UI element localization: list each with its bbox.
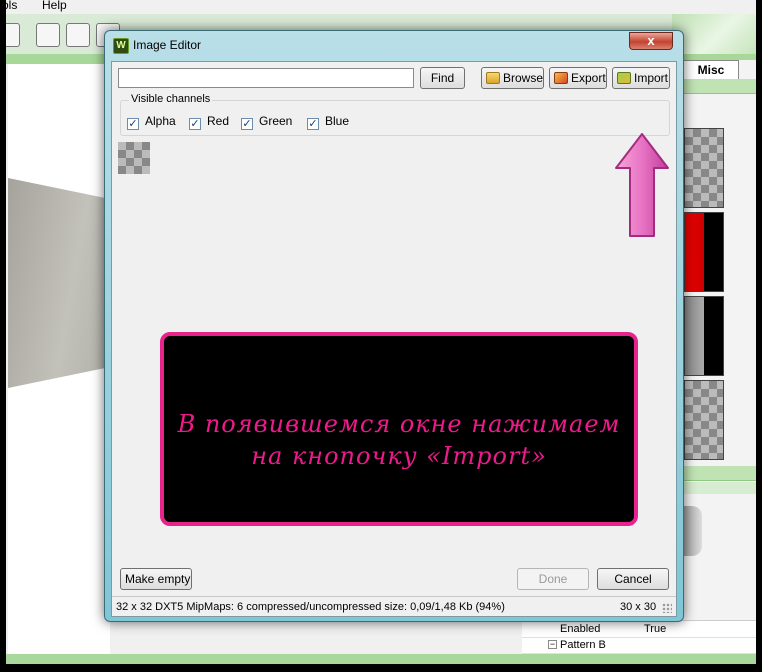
bg-texture-thumb[interactable] bbox=[684, 380, 724, 460]
bg-tab-misc[interactable]: Misc bbox=[683, 60, 739, 79]
bg-texture-thumb[interactable] bbox=[684, 212, 724, 292]
checkbox-label: Green bbox=[259, 114, 293, 128]
checkbox-label: Red bbox=[207, 114, 230, 128]
tutorial-callout: В появившемся окне нажимаем на кнопочку … bbox=[160, 332, 638, 526]
folder-icon bbox=[486, 72, 500, 84]
bg-property-row[interactable]: − Pattern B bbox=[522, 637, 762, 654]
collapse-icon[interactable]: − bbox=[548, 640, 557, 649]
image-editor-dialog: W Image Editor x Find Browse Export Impo… bbox=[104, 30, 684, 622]
check-icon[interactable]: ✓ bbox=[127, 118, 139, 130]
bg-menu-help[interactable]: Help bbox=[42, 0, 67, 12]
checkbox-label: Alpha bbox=[145, 114, 176, 128]
bg-texture-thumb[interactable] bbox=[684, 296, 724, 376]
blue-checkbox[interactable]: ✓ Blue bbox=[307, 114, 349, 130]
bg-3d-plane bbox=[8, 178, 110, 388]
import-label: Import bbox=[634, 71, 669, 85]
texture-preview bbox=[118, 142, 150, 174]
status-size: 30 x 30 bbox=[620, 601, 657, 613]
export-icon bbox=[554, 72, 568, 84]
dialog-titlebar[interactable]: W Image Editor x bbox=[105, 31, 683, 59]
close-button[interactable]: x bbox=[629, 32, 673, 50]
bg-section-bar bbox=[680, 466, 762, 481]
bg-property-name: Enabled bbox=[560, 623, 601, 635]
dialog-statusbar: 32 x 32 DXT5 MipMaps: 6 compressed/uncom… bbox=[112, 596, 676, 617]
status-text: 32 x 32 DXT5 MipMaps: 6 compressed/uncom… bbox=[116, 601, 505, 613]
alpha-checkbox[interactable]: ✓ Alpha bbox=[127, 114, 176, 130]
dialog-client: Find Browse Export Import Visible channe… bbox=[111, 61, 677, 617]
bg-menu-tools[interactable]: ols bbox=[2, 0, 17, 12]
bg-toolbar-button[interactable] bbox=[0, 23, 20, 47]
import-icon bbox=[617, 72, 631, 84]
browse-label: Browse bbox=[503, 71, 544, 85]
make-empty-button[interactable]: Make empty bbox=[120, 568, 192, 590]
arrow-up-icon bbox=[615, 133, 669, 237]
checkbox-label: Blue bbox=[325, 114, 350, 128]
bg-property-row[interactable]: Enabled True bbox=[522, 621, 762, 638]
bg-toolbar-button[interactable] bbox=[66, 23, 90, 47]
cancel-button[interactable]: Cancel bbox=[597, 568, 669, 590]
export-button[interactable]: Export bbox=[549, 67, 607, 89]
bg-menubar: ols Help bbox=[0, 0, 762, 14]
visible-channels-label: Visible channels bbox=[129, 93, 213, 105]
bg-statusbar bbox=[0, 654, 762, 672]
resize-grip-icon[interactable] bbox=[662, 603, 672, 613]
find-button[interactable]: Find bbox=[420, 67, 465, 89]
bg-section-bar bbox=[680, 79, 762, 94]
red-checkbox[interactable]: ✓ Red bbox=[189, 114, 229, 130]
bg-texture-thumb[interactable] bbox=[684, 128, 724, 208]
check-icon[interactable]: ✓ bbox=[241, 118, 253, 130]
green-checkbox[interactable]: ✓ Green bbox=[241, 114, 292, 130]
browse-button[interactable]: Browse bbox=[481, 67, 544, 89]
bg-property-name: Pattern B bbox=[560, 639, 606, 651]
check-icon[interactable]: ✓ bbox=[189, 118, 201, 130]
bg-property-value: True bbox=[644, 623, 667, 635]
bg-dial[interactable] bbox=[682, 506, 702, 556]
bg-section-bar bbox=[680, 482, 762, 494]
dialog-title: Image Editor bbox=[133, 38, 202, 52]
done-button[interactable]: Done bbox=[517, 568, 589, 590]
check-icon[interactable]: ✓ bbox=[307, 118, 319, 130]
tutorial-text: В появившемся окне нажимаем на кнопочку … bbox=[177, 410, 621, 470]
export-label: Export bbox=[571, 71, 606, 85]
bg-toolbar-button[interactable] bbox=[36, 23, 60, 47]
import-button[interactable]: Import bbox=[612, 67, 670, 89]
app-logo-icon: W bbox=[113, 38, 129, 54]
path-input[interactable] bbox=[118, 68, 414, 88]
visible-channels-group: Visible channels ✓ Alpha ✓ Red ✓ Green ✓ Blu… bbox=[120, 93, 670, 136]
